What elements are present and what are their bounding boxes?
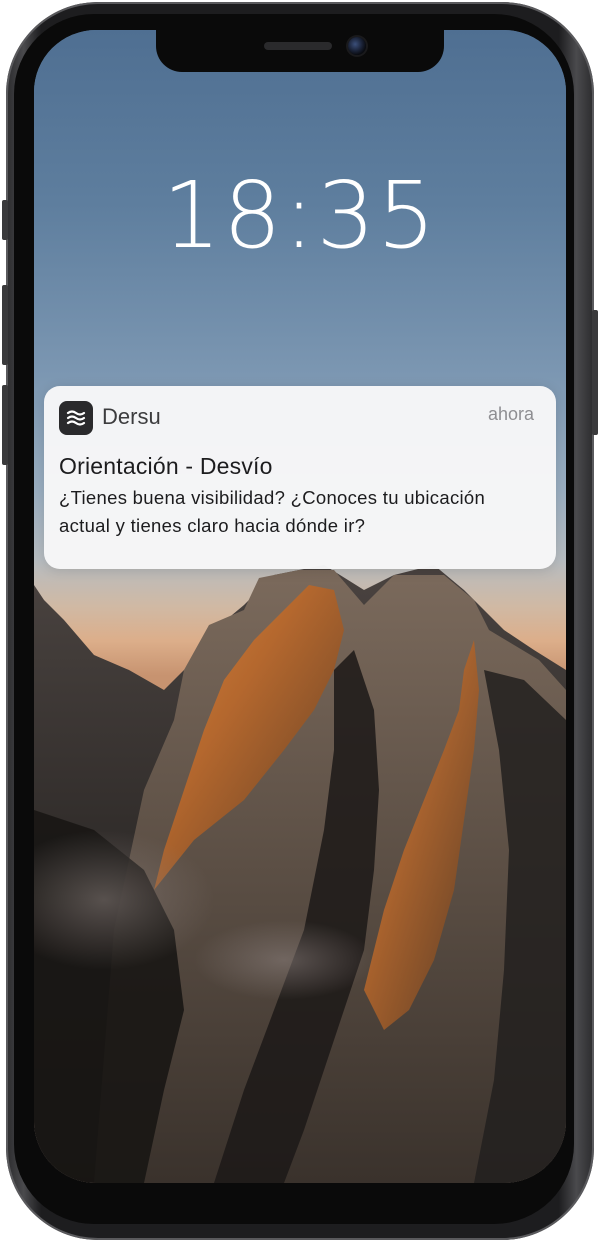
- waves-icon: [59, 401, 93, 435]
- notification-timestamp: ahora: [487, 404, 534, 424]
- notification-app-name: Dersu: [102, 404, 161, 429]
- notch: [156, 30, 444, 72]
- volume-down-button: [2, 385, 8, 465]
- volume-up-button: [2, 285, 8, 365]
- notification-card[interactable]: Dersu ahora Orientación - Desvío ¿Tienes…: [44, 386, 556, 569]
- front-camera: [348, 37, 366, 55]
- lock-screen-clock: 18:35: [162, 162, 438, 269]
- power-button: [592, 310, 598, 435]
- notification-body: ¿Tienes buena visibilidad? ¿Conoces tu u…: [59, 487, 486, 536]
- notification-title: Orientación - Desvío: [59, 453, 273, 479]
- silent-switch: [2, 200, 8, 240]
- earpiece-speaker: [264, 42, 332, 50]
